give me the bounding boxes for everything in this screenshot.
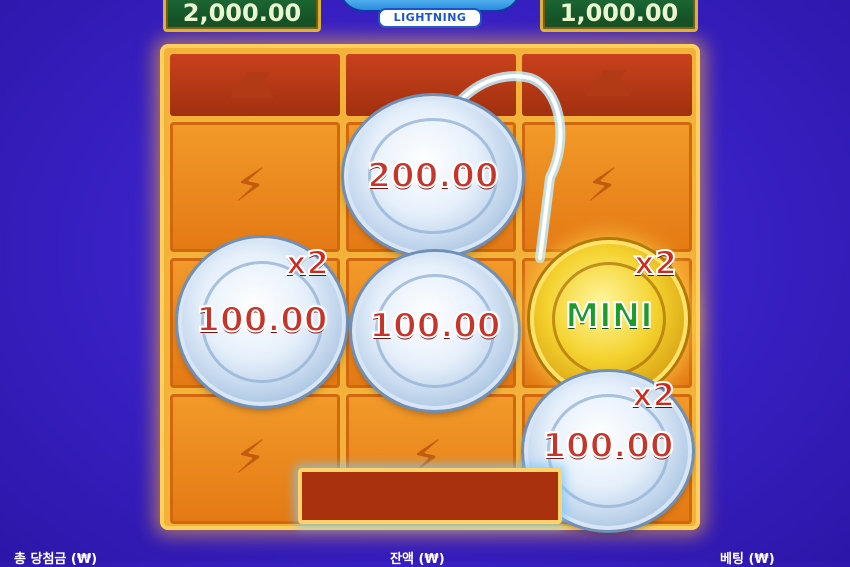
lightning-bolt-icon: ⚡	[234, 430, 267, 484]
game-logo: LIGHTNING	[338, 0, 522, 38]
jackpot-right-value: 1,000.00	[559, 0, 679, 27]
coin-mid-center: 100.00	[352, 252, 518, 410]
multiplier-badge: x2	[285, 243, 330, 283]
win-amount-display	[298, 468, 562, 524]
coin-value: 100.00	[541, 425, 674, 467]
coin-value: MINI	[564, 295, 654, 337]
reel-cell: ⚡	[170, 122, 340, 252]
total-win-label: 총 당첨금 (₩)	[14, 552, 98, 567]
balance-label: 잔액 (₩)	[390, 552, 445, 567]
jackpot-left-display: 2,000.00	[163, 0, 321, 32]
multiplier-badge: x2	[633, 243, 678, 283]
logo-subtitle: LIGHTNING	[378, 8, 482, 28]
coin-value: 100.00	[195, 299, 328, 341]
lightning-bolt-icon: ⚡	[234, 158, 267, 212]
coin-value: 200.00	[366, 155, 499, 197]
coin-top-center: 200.00	[344, 96, 522, 256]
multiplier-badge: x2	[631, 375, 676, 415]
gold-bars-icon	[230, 72, 274, 98]
jackpot-left-value: 2,000.00	[182, 0, 302, 27]
lightning-bolt-icon: ⚡	[586, 158, 619, 212]
bet-label: 베팅 (₩)	[720, 552, 775, 567]
jackpot-right-display: 1,000.00	[540, 0, 698, 32]
coin-value: 100.00	[368, 305, 501, 347]
